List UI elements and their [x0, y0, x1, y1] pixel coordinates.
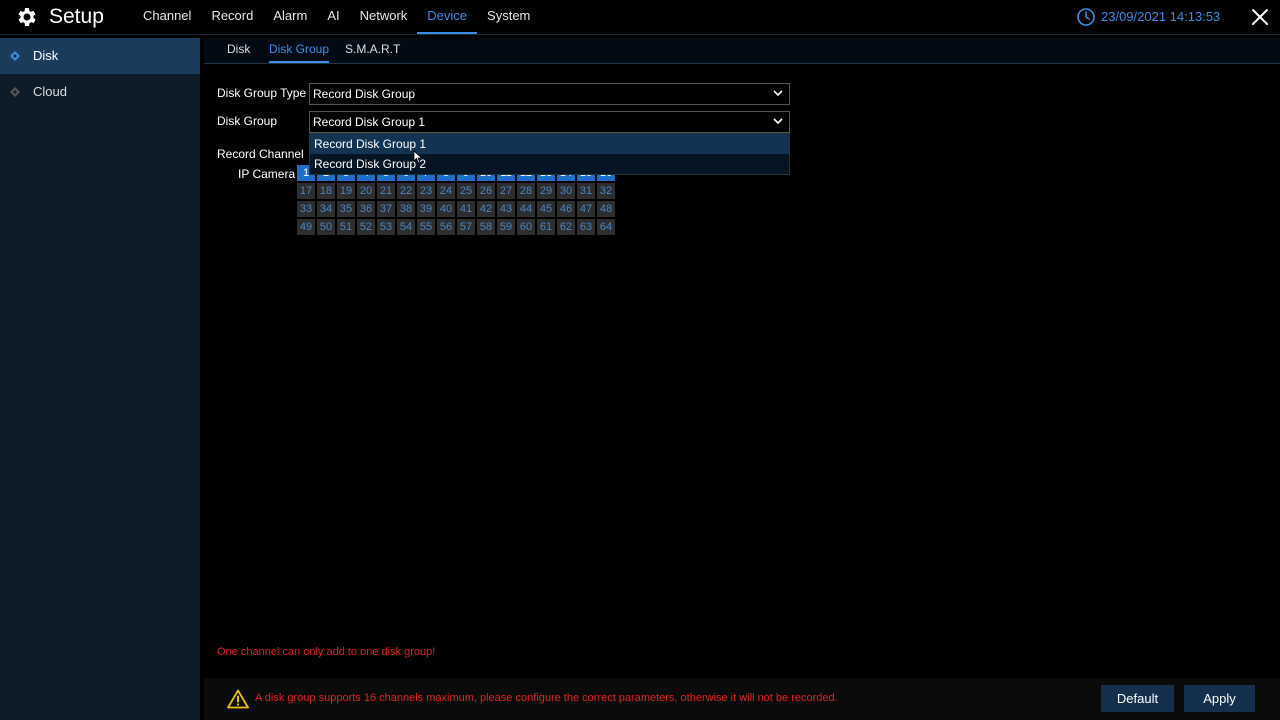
channel-27-checkbox[interactable]: 27 [497, 183, 515, 199]
channel-47-checkbox[interactable]: 47 [577, 201, 595, 217]
channel-25-checkbox[interactable]: 25 [457, 183, 475, 199]
chevron-down-icon [773, 118, 783, 125]
nav-ai[interactable]: AI [317, 0, 349, 32]
channel-60-checkbox[interactable]: 60 [517, 219, 535, 235]
channel-41-checkbox[interactable]: 41 [457, 201, 475, 217]
gear-icon[interactable] [14, 5, 40, 29]
channel-62-checkbox[interactable]: 62 [557, 219, 575, 235]
apply-button[interactable]: Apply [1184, 685, 1255, 712]
app-title: Setup [49, 5, 104, 28]
channel-50-checkbox[interactable]: 50 [317, 219, 335, 235]
channel-34-checkbox[interactable]: 34 [317, 201, 335, 217]
tab-smart[interactable]: S.M.A.R.T [345, 42, 400, 61]
channel-58-checkbox[interactable]: 58 [477, 219, 495, 235]
cloud-icon [10, 87, 20, 97]
dropdown-option[interactable]: Record Disk Group 2 [310, 154, 789, 174]
channel-38-checkbox[interactable]: 38 [397, 201, 415, 217]
sidebar: Disk Cloud [0, 38, 200, 720]
channel-45-checkbox[interactable]: 45 [537, 201, 555, 217]
channel-30-checkbox[interactable]: 30 [557, 183, 575, 199]
channel-36-checkbox[interactable]: 36 [357, 201, 375, 217]
channel-52-checkbox[interactable]: 52 [357, 219, 375, 235]
dropdown-option[interactable]: Record Disk Group 1 [310, 134, 789, 154]
footer-bar: A disk group supports 16 channels maximu… [204, 678, 1280, 720]
disk-group-value: Record Disk Group 1 [313, 115, 426, 129]
channel-40-checkbox[interactable]: 40 [437, 201, 455, 217]
sidebar-item-cloud[interactable]: Cloud [0, 74, 200, 110]
channel-53-checkbox[interactable]: 53 [377, 219, 395, 235]
disk-icon [10, 51, 20, 61]
channel-37-checkbox[interactable]: 37 [377, 201, 395, 217]
channel-note: One channel can only add to one disk gro… [217, 646, 436, 658]
channel-32-checkbox[interactable]: 32 [597, 183, 615, 199]
channel-61-checkbox[interactable]: 61 [537, 219, 555, 235]
channel-26-checkbox[interactable]: 26 [477, 183, 495, 199]
channel-22-checkbox[interactable]: 22 [397, 183, 415, 199]
channel-42-checkbox[interactable]: 42 [477, 201, 495, 217]
ip-camera-label: IP Camera [238, 167, 296, 181]
channel-48-checkbox[interactable]: 48 [597, 201, 615, 217]
warning-icon [227, 689, 249, 709]
channel-57-checkbox[interactable]: 57 [457, 219, 475, 235]
channel-56-checkbox[interactable]: 56 [437, 219, 455, 235]
default-button[interactable]: Default [1101, 685, 1174, 712]
sidebar-item-disk[interactable]: Disk [0, 38, 200, 74]
channel-43-checkbox[interactable]: 43 [497, 201, 515, 217]
channel-39-checkbox[interactable]: 39 [417, 201, 435, 217]
disk-group-label: Disk Group [217, 114, 278, 128]
channel-33-checkbox[interactable]: 33 [297, 201, 315, 217]
nav-alarm[interactable]: Alarm [263, 0, 317, 32]
datetime: 23/09/2021 14:13:53 [1101, 9, 1221, 24]
channel-64-checkbox[interactable]: 64 [597, 219, 615, 235]
tab-disk[interactable]: Disk [227, 42, 250, 61]
channel-49-checkbox[interactable]: 49 [297, 219, 315, 235]
disk-group-type-select[interactable]: Record Disk Group [309, 83, 790, 105]
main-panel: Disk Disk Group S.M.A.R.T Disk Group Typ… [204, 38, 1280, 720]
close-icon[interactable] [1250, 7, 1270, 27]
disk-group-dropdown: Record Disk Group 1 Record Disk Group 2 [309, 133, 790, 175]
channel-20-checkbox[interactable]: 20 [357, 183, 375, 199]
disk-group-type-value: Record Disk Group [313, 87, 416, 101]
channel-35-checkbox[interactable]: 35 [337, 201, 355, 217]
clock-icon [1077, 8, 1095, 26]
chevron-down-icon [773, 90, 783, 97]
channel-24-checkbox[interactable]: 24 [437, 183, 455, 199]
cursor-icon [413, 150, 423, 164]
nav-record[interactable]: Record [201, 0, 263, 32]
disk-group-select[interactable]: Record Disk Group 1 [309, 111, 790, 133]
channel-63-checkbox[interactable]: 63 [577, 219, 595, 235]
channel-29-checkbox[interactable]: 29 [537, 183, 555, 199]
nav-system[interactable]: System [477, 0, 540, 32]
channel-grid: 1234567891011121314151617181920212223242… [297, 165, 615, 235]
record-channel-label: Record Channel [217, 147, 304, 161]
disk-group-type-label: Disk Group Type [217, 86, 307, 100]
channel-21-checkbox[interactable]: 21 [377, 183, 395, 199]
channel-46-checkbox[interactable]: 46 [557, 201, 575, 217]
sub-tabs: Disk Disk Group S.M.A.R.T [204, 38, 1280, 64]
channel-17-checkbox[interactable]: 17 [297, 183, 315, 199]
channel-28-checkbox[interactable]: 28 [517, 183, 535, 199]
channel-23-checkbox[interactable]: 23 [417, 183, 435, 199]
tab-disk-group[interactable]: Disk Group [269, 42, 330, 63]
nav-network[interactable]: Network [350, 0, 418, 32]
channel-59-checkbox[interactable]: 59 [497, 219, 515, 235]
channel-19-checkbox[interactable]: 19 [337, 183, 355, 199]
top-bar: Setup Channel Record Alarm AI Network De… [0, 0, 1280, 35]
warning-text: A disk group supports 16 channels maximu… [255, 692, 838, 704]
channel-51-checkbox[interactable]: 51 [337, 219, 355, 235]
channel-44-checkbox[interactable]: 44 [517, 201, 535, 217]
channel-54-checkbox[interactable]: 54 [397, 219, 415, 235]
channel-55-checkbox[interactable]: 55 [417, 219, 435, 235]
main-nav: Channel Record Alarm AI Network Device S… [133, 0, 540, 34]
sidebar-item-label: Cloud [33, 84, 67, 99]
nav-channel[interactable]: Channel [133, 0, 201, 32]
channel-31-checkbox[interactable]: 31 [577, 183, 595, 199]
nav-device[interactable]: Device [417, 0, 478, 34]
sidebar-item-label: Disk [33, 48, 59, 63]
channel-18-checkbox[interactable]: 18 [317, 183, 335, 199]
